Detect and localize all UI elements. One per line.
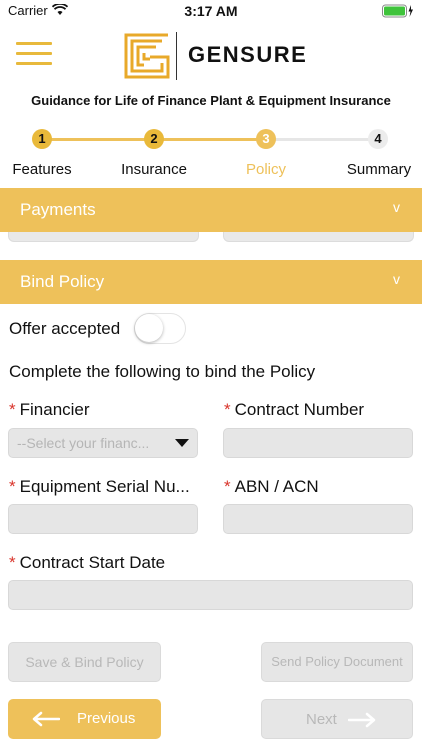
step-connector xyxy=(274,138,372,141)
brand-name: GENSURE xyxy=(188,42,308,67)
next-label: Next xyxy=(306,711,337,728)
bind-policy-section-header[interactable]: Bind Policy v xyxy=(0,260,422,304)
contract-number-field[interactable] xyxy=(223,428,413,458)
step-2-label[interactable]: Insurance xyxy=(109,161,199,178)
step-1-label[interactable]: Features xyxy=(0,161,87,178)
chevron-down-icon: v xyxy=(393,199,400,215)
financier-label: * Financier xyxy=(9,400,90,420)
abn-acn-field[interactable] xyxy=(223,504,413,534)
status-bar: Carrier 3:17 AM xyxy=(0,0,422,22)
contract-number-label: * Contract Number xyxy=(224,400,364,420)
payments-title: Payments xyxy=(20,200,96,219)
contract-start-date-label: * Contract Start Date xyxy=(9,553,165,573)
required-marker: * xyxy=(9,400,16,419)
clock: 3:17 AM xyxy=(184,3,238,19)
toggle-knob xyxy=(135,314,163,342)
contract-start-date-field[interactable] xyxy=(8,580,413,610)
step-2-marker[interactable]: 2 xyxy=(144,129,164,149)
send-policy-document-button[interactable]: Send Policy Document xyxy=(261,642,413,682)
contract-start-date-label-text: Contract Start Date xyxy=(19,553,166,572)
save-bind-policy-button[interactable]: Save & Bind Policy xyxy=(8,642,161,682)
financier-label-text: Financier xyxy=(19,400,90,419)
dropdown-arrow-icon xyxy=(175,439,189,447)
step-3-marker[interactable]: 3 xyxy=(256,129,276,149)
step-4-marker[interactable]: 4 xyxy=(368,129,388,149)
app-header: GENSURE xyxy=(0,24,422,86)
step-connector xyxy=(50,138,150,141)
page-subtitle: Guidance for Life of Finance Plant & Equ… xyxy=(31,93,391,108)
collapsed-field-peek xyxy=(8,232,199,242)
financier-placeholder: --Select your financ... xyxy=(17,435,150,451)
equipment-serial-label-text: Equipment Serial Nu... xyxy=(19,477,190,496)
required-marker: * xyxy=(224,477,231,496)
bind-instructions: Complete the following to bind the Polic… xyxy=(9,362,316,381)
next-button[interactable]: Next xyxy=(261,699,413,739)
step-1-marker[interactable]: 1 xyxy=(32,129,52,149)
menu-icon[interactable] xyxy=(16,42,52,66)
gensure-mark-icon xyxy=(124,33,170,79)
previous-button[interactable]: Previous xyxy=(8,699,161,739)
chevron-down-icon: v xyxy=(393,271,400,287)
abn-acn-label-text: ABN / ACN xyxy=(234,477,319,496)
required-marker: * xyxy=(224,400,231,419)
abn-acn-label: * ABN / ACN xyxy=(224,477,319,497)
payments-section-header[interactable]: Payments v xyxy=(0,188,422,232)
step-connector xyxy=(162,138,262,141)
battery-icon xyxy=(382,4,413,18)
arrow-right-icon xyxy=(348,712,376,728)
step-4-label[interactable]: Summary xyxy=(334,161,422,178)
bind-policy-title: Bind Policy xyxy=(20,272,105,291)
brand-logo: GENSURE xyxy=(124,28,308,84)
offer-accepted-toggle[interactable] xyxy=(134,313,186,344)
equipment-serial-field[interactable] xyxy=(8,504,198,534)
required-marker: * xyxy=(9,553,16,572)
logo-divider xyxy=(176,32,177,80)
equipment-serial-label: * Equipment Serial Nu... xyxy=(9,477,190,497)
step-3-label[interactable]: Policy xyxy=(221,161,311,178)
arrow-left-icon xyxy=(32,711,60,727)
previous-label: Previous xyxy=(77,710,136,727)
required-marker: * xyxy=(9,477,16,496)
offer-accepted-label: Offer accepted xyxy=(9,319,121,338)
contract-number-label-text: Contract Number xyxy=(234,400,365,419)
progress-stepper: 1 2 3 4 Features Insurance Policy Summar… xyxy=(0,126,422,182)
collapsed-field-peek xyxy=(223,232,414,242)
financier-select[interactable]: --Select your financ... xyxy=(8,428,198,458)
